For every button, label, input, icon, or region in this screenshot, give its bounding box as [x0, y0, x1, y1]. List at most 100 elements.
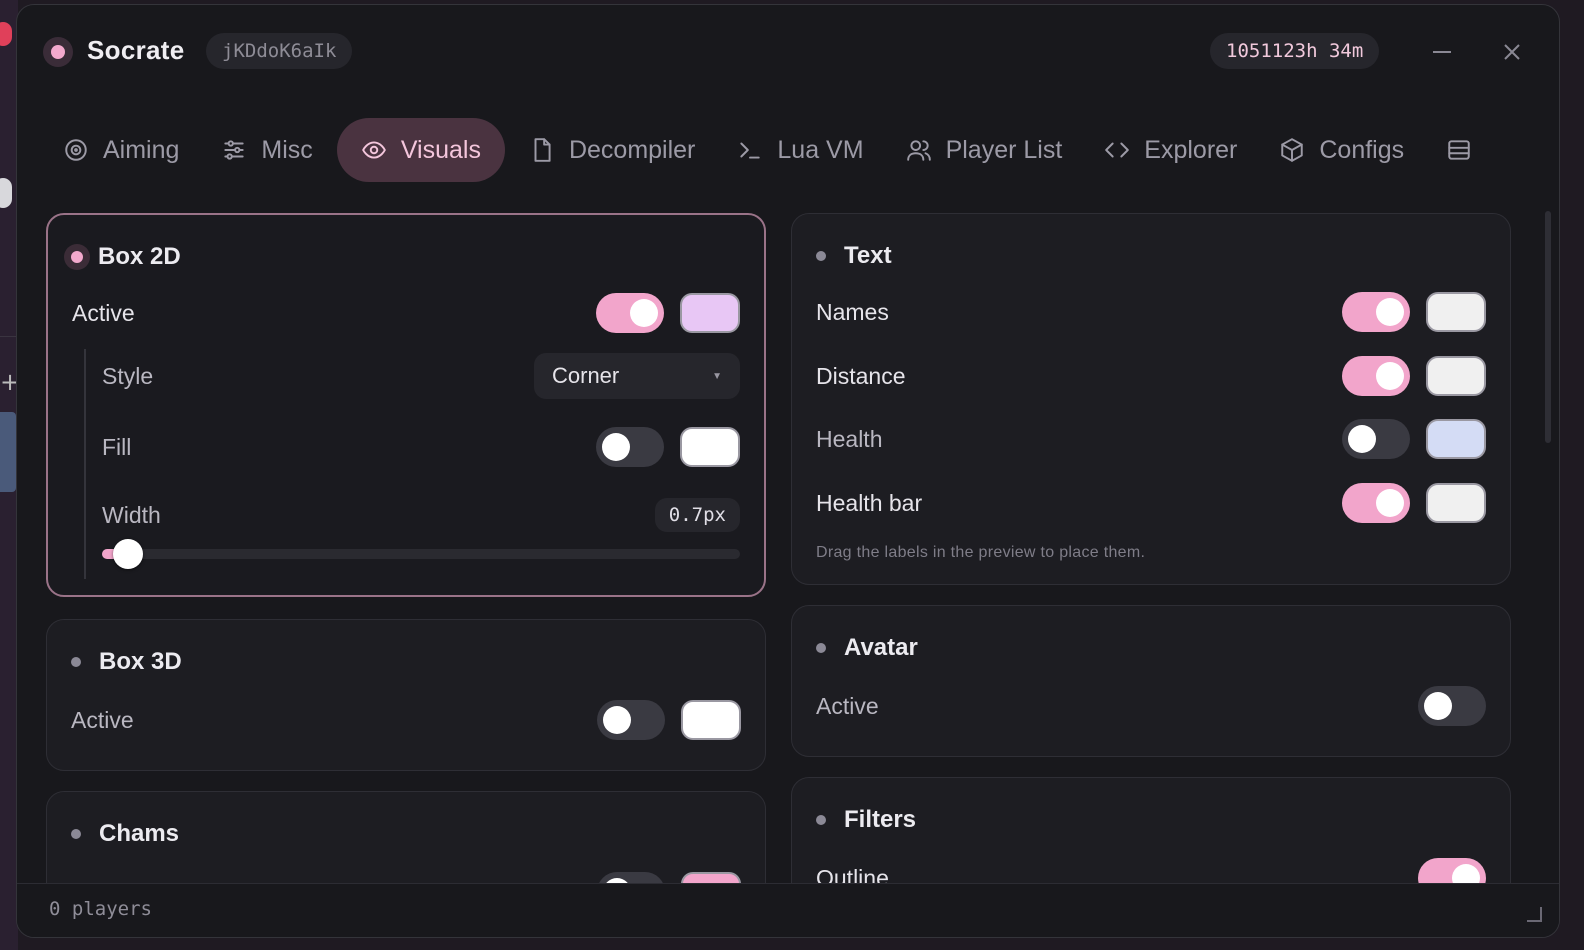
outline-toggle[interactable] — [1418, 858, 1486, 883]
avatar-card: Avatar Active — [791, 605, 1511, 757]
chevron-down-icon: ▼ — [712, 370, 722, 382]
active-row: Active — [72, 293, 740, 333]
outline-row: Outline — [816, 858, 1486, 883]
tab-lua-vm[interactable]: Lua VM — [719, 118, 881, 182]
active-toggle[interactable] — [597, 700, 665, 740]
status-dot-icon — [816, 815, 826, 825]
card-title: Box 2D — [98, 243, 181, 270]
distance-toggle[interactable] — [1342, 356, 1410, 396]
width-value: 0.7px — [654, 498, 740, 532]
slider-thumb[interactable] — [112, 539, 143, 569]
names-row: Names — [816, 292, 1486, 332]
select-value: Corner — [552, 363, 620, 388]
box3d-card: Box 3D Active — [46, 619, 766, 771]
status-dot-icon — [71, 829, 81, 839]
width-row: Width 0.7px — [102, 495, 740, 535]
box2d-card: Box 2D Active Style Corner ▼ Fill Width … — [46, 213, 766, 597]
tab-more[interactable] — [1428, 118, 1486, 182]
tab-decompiler[interactable]: Decompiler — [511, 118, 713, 182]
tab-label: Misc — [261, 135, 313, 164]
terminal-icon — [740, 142, 761, 159]
fill-row: Fill — [102, 427, 740, 467]
visuals-panel: Box 2D Active Style Corner ▼ Fill Width … — [17, 205, 1559, 883]
card-title: Text — [844, 242, 892, 269]
desktop-thumbnail — [0, 412, 16, 492]
fill-toggle[interactable] — [596, 427, 664, 467]
tab-label: Aiming — [103, 135, 180, 164]
style-select[interactable]: Corner ▼ — [534, 353, 740, 399]
color-swatch[interactable] — [681, 872, 741, 883]
tab-label: Decompiler — [568, 135, 696, 164]
tab-label: Visuals — [400, 135, 481, 164]
color-swatch[interactable] — [680, 293, 740, 333]
text-card: Text Names Distance Health Health bar Dr… — [791, 213, 1511, 585]
filters-card: Filters Outline — [791, 777, 1511, 883]
row-label: Active — [71, 706, 134, 733]
chams-card: Chams — [46, 791, 766, 883]
hint-text: Drag the labels in the preview to place … — [816, 544, 1146, 561]
active-toggle[interactable] — [596, 293, 664, 333]
status-dot-icon — [816, 251, 826, 261]
health-bar-toggle[interactable] — [1342, 483, 1410, 523]
row-label: Active — [816, 692, 879, 719]
card-title: Avatar — [844, 634, 918, 661]
list-icon — [1448, 140, 1470, 160]
row-label: Outline — [816, 864, 889, 884]
app-logo-icon — [43, 37, 73, 67]
card-header: Chams — [71, 820, 179, 848]
names-toggle[interactable] — [1342, 292, 1410, 332]
tab-misc[interactable]: Misc — [203, 118, 330, 182]
tab-player-list[interactable]: Player List — [888, 118, 1081, 182]
color-swatch[interactable] — [1426, 356, 1486, 396]
tab-configs[interactable]: Configs — [1261, 118, 1422, 182]
status-dot-icon — [71, 657, 81, 667]
row-label: Active — [72, 299, 135, 326]
box-icon — [1281, 138, 1304, 162]
tab-aiming[interactable]: Aiming — [45, 118, 197, 182]
row-label: Width — [102, 501, 161, 528]
minimize-button[interactable] — [1425, 35, 1459, 69]
color-swatch[interactable] — [1426, 292, 1486, 332]
tab-label: Lua VM — [777, 135, 864, 164]
close-button[interactable] — [1495, 35, 1529, 69]
card-header: Text — [816, 242, 892, 270]
resize-grip-icon[interactable] — [1523, 903, 1543, 923]
style-row: Style Corner ▼ — [102, 353, 740, 399]
card-header: Avatar — [816, 634, 918, 662]
tab-label: Configs — [1319, 135, 1405, 164]
status-bar: 0 players — [17, 883, 1559, 937]
row-label: Names — [816, 298, 889, 325]
card-header: Box 3D — [71, 648, 182, 676]
eye-icon — [362, 141, 386, 159]
health-toggle[interactable] — [1342, 419, 1410, 459]
width-slider[interactable] — [102, 539, 740, 569]
card-header: Filters — [816, 806, 916, 834]
row-label: Distance — [816, 362, 906, 389]
health-bar-row: Health bar — [816, 483, 1486, 523]
distance-row: Distance — [816, 356, 1486, 396]
tab-label: Player List — [945, 135, 1063, 164]
row-label: Style — [102, 362, 154, 389]
app-window: Socrate jKDdoK6aIk 1051123h 34m Aiming M… — [16, 4, 1560, 938]
code-icon — [1105, 142, 1130, 158]
tab-label: Explorer — [1144, 135, 1238, 164]
status-dot-icon — [64, 244, 90, 270]
scrollbar[interactable] — [1545, 211, 1551, 443]
color-swatch[interactable] — [680, 427, 740, 467]
session-id-chip: jKDdoK6aIk — [206, 33, 353, 69]
tab-visuals[interactable]: Visuals — [336, 118, 505, 182]
tab-explorer[interactable]: Explorer — [1086, 118, 1255, 182]
desktop-dot — [0, 178, 12, 208]
active-toggle[interactable] — [1418, 686, 1486, 726]
minimize-icon — [1433, 51, 1451, 53]
card-title: Chams — [99, 820, 180, 847]
color-swatch[interactable] — [681, 700, 741, 740]
color-swatch[interactable] — [1426, 419, 1486, 459]
active-toggle[interactable] — [597, 872, 665, 883]
row-label: Health bar — [816, 489, 923, 516]
status-dot-icon — [816, 643, 826, 653]
active-row — [71, 872, 741, 883]
timer-chip: 1051123h 34m — [1210, 33, 1380, 69]
color-swatch[interactable] — [1426, 483, 1486, 523]
file-icon — [534, 138, 551, 162]
